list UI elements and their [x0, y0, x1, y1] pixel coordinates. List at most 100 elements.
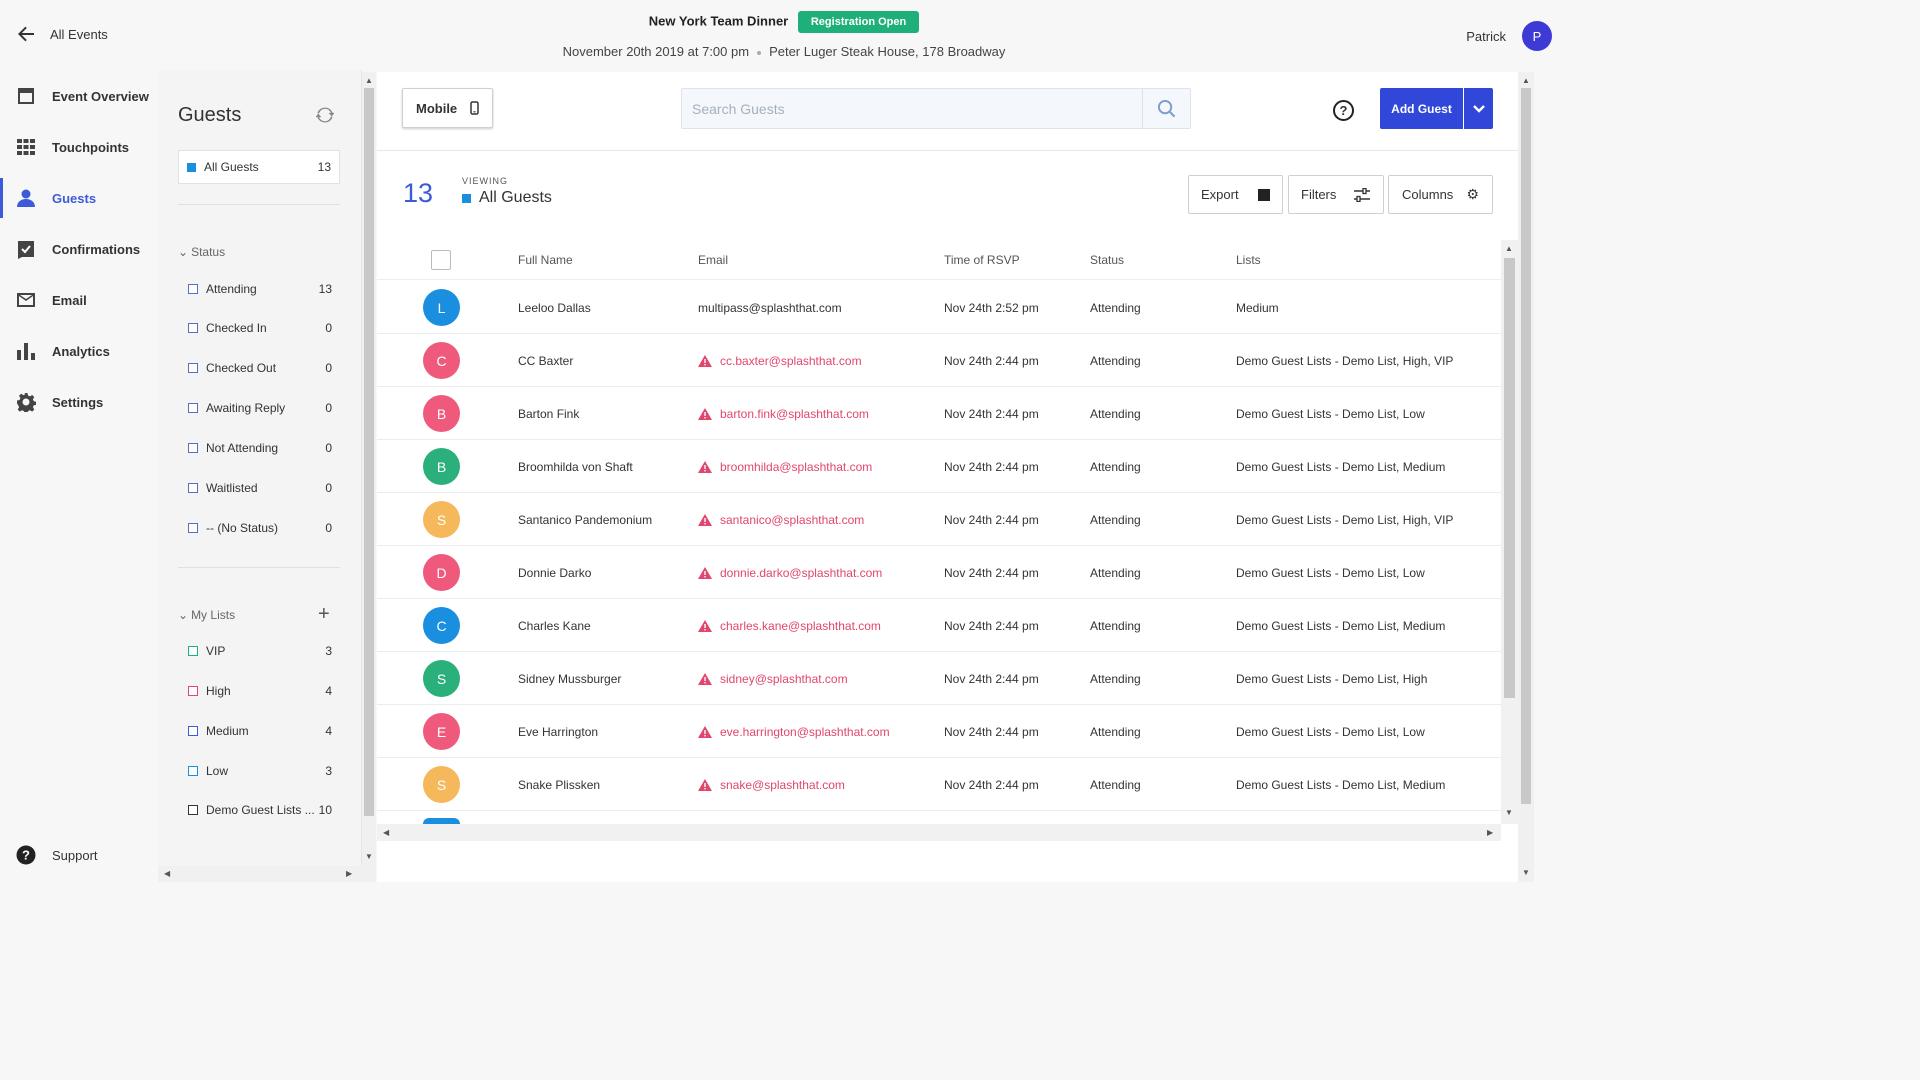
- scroll-left-arrow[interactable]: ◀: [164, 869, 170, 878]
- scroll-up-arrow[interactable]: ▲: [365, 76, 373, 85]
- nav-settings[interactable]: Settings: [0, 382, 158, 422]
- add-guest-label[interactable]: Add Guest: [1380, 88, 1464, 129]
- help-icon[interactable]: ?: [1333, 100, 1354, 121]
- filter-label: -- (No Status): [206, 521, 279, 535]
- checkbox[interactable]: [188, 403, 198, 413]
- search-input[interactable]: [682, 89, 1142, 128]
- table-row[interactable]: S Santanico Pandemonium santanico@splashth…: [377, 493, 1501, 546]
- guest-filters-panel: Guests All Guests 13 ⌄ Status Attending 1…: [158, 70, 362, 882]
- email-text: broomhilda@splashthat.com: [720, 459, 873, 474]
- add-guest-button[interactable]: Add Guest: [1380, 88, 1493, 129]
- add-list-icon[interactable]: +: [318, 604, 330, 624]
- scroll-left-arrow[interactable]: ◀: [383, 828, 389, 837]
- table-row[interactable]: D Donnie Darko donnie.darko@splashthat.com…: [377, 546, 1501, 599]
- nav-guests[interactable]: Guests: [0, 178, 158, 218]
- checkbox[interactable]: [188, 523, 198, 533]
- nav-event-overview[interactable]: Event Overview: [0, 76, 158, 116]
- divider: [377, 150, 1518, 151]
- guest-lists: Demo Guest Lists - Demo List, High: [1236, 671, 1428, 686]
- table-row[interactable]: L Leeloo Dallas multipass@splashthat.com No…: [377, 281, 1501, 334]
- search-button[interactable]: [1142, 89, 1190, 128]
- checkbox[interactable]: [188, 686, 198, 696]
- nav-email[interactable]: Email: [0, 280, 158, 320]
- column-header-email[interactable]: Email: [698, 253, 728, 267]
- table-header: Full Name Email Time of RSVP Status List…: [377, 240, 1501, 280]
- select-all-checkbox[interactable]: [431, 250, 451, 270]
- status-filter-no-status[interactable]: -- (No Status) 0: [188, 521, 332, 535]
- table-vertical-scrollbar[interactable]: ▲ ▼: [1501, 240, 1518, 824]
- checkbox[interactable]: [188, 766, 198, 776]
- nav-touchpoints[interactable]: Touchpoints: [0, 127, 158, 167]
- email-text: barton.fink@splashthat.com: [720, 406, 869, 421]
- user-avatar[interactable]: P: [1522, 21, 1552, 51]
- add-guest-dropdown[interactable]: [1464, 88, 1493, 129]
- filters-vertical-scrollbar[interactable]: ▲ ▼: [362, 72, 376, 882]
- checkbox[interactable]: [188, 726, 198, 736]
- column-header-full-name[interactable]: Full Name: [518, 253, 573, 267]
- scroll-up-arrow[interactable]: ▲: [1505, 244, 1513, 253]
- list-filter-low[interactable]: Low 3: [188, 764, 332, 778]
- list-filter-high[interactable]: High 4: [188, 684, 332, 698]
- scroll-down-arrow[interactable]: ▼: [365, 852, 373, 861]
- nav-analytics[interactable]: Analytics: [0, 331, 158, 371]
- nav-confirmations[interactable]: Confirmations: [0, 229, 158, 269]
- status-filter-attending[interactable]: Attending 13: [188, 282, 332, 296]
- scrollbar-thumb[interactable]: [364, 88, 374, 816]
- table-row[interactable]: S Sidney Mussburger sidney@splashthat.com N…: [377, 652, 1501, 705]
- status-filter-checked-out[interactable]: Checked Out 0: [188, 361, 332, 375]
- filter-count: 4: [325, 724, 332, 738]
- table-horizontal-scrollbar[interactable]: ◀ ▶: [377, 824, 1501, 841]
- user-menu[interactable]: Patrick P: [1466, 21, 1552, 51]
- checkbox[interactable]: [188, 483, 198, 493]
- scroll-up-arrow[interactable]: ▲: [1522, 76, 1530, 85]
- guest-avatar: C: [423, 342, 460, 379]
- checkbox[interactable]: [188, 443, 198, 453]
- status-filter-waitlisted[interactable]: Waitlisted 0: [188, 481, 332, 495]
- page-vertical-scrollbar[interactable]: ▲ ▼: [1518, 72, 1534, 882]
- my-lists-section-toggle[interactable]: ⌄ My Lists: [178, 608, 235, 622]
- filters-horizontal-scrollbar[interactable]: ◀ ▶: [158, 866, 362, 882]
- color-swatch: [462, 193, 471, 203]
- table-row[interactable]: C Charles Kane charles.kane@splashthat.com…: [377, 599, 1501, 652]
- table-row[interactable]: B Barton Fink barton.fink@splashthat.com No…: [377, 387, 1501, 440]
- status-filter-checked-in[interactable]: Checked In 0: [188, 321, 332, 335]
- table-row[interactable]: S Snake Plissken snake@splashthat.com Nov 2…: [377, 758, 1501, 811]
- filter-count: 0: [325, 401, 332, 415]
- mobile-view-button[interactable]: Mobile: [402, 88, 493, 128]
- column-header-status[interactable]: Status: [1090, 253, 1124, 267]
- status-section-toggle[interactable]: ⌄ Status: [178, 245, 225, 259]
- refresh-icon[interactable]: [316, 106, 334, 124]
- list-filter-demo-guest-lists[interactable]: Demo Guest Lists ... 10: [188, 803, 332, 817]
- column-header-lists[interactable]: Lists: [1236, 253, 1261, 267]
- checkbox[interactable]: [188, 323, 198, 333]
- table-row[interactable]: E Eve Harrington eve.harrington@splashthat…: [377, 705, 1501, 758]
- checkbox[interactable]: [188, 646, 198, 656]
- scrollbar-thumb[interactable]: [1504, 258, 1515, 698]
- table-row[interactable]: B Broomhilda von Shaft broomhilda@splashth…: [377, 440, 1501, 493]
- scrollbar-thumb[interactable]: [1521, 88, 1531, 804]
- scroll-right-arrow[interactable]: ▶: [1487, 828, 1493, 837]
- checkbox[interactable]: [188, 284, 198, 294]
- person-icon: [17, 189, 35, 207]
- checkbox[interactable]: [188, 805, 198, 815]
- section-label: My Lists: [191, 608, 236, 622]
- list-filter-vip[interactable]: VIP 3: [188, 644, 332, 658]
- status-filter-not-attending[interactable]: Not Attending 0: [188, 441, 332, 455]
- column-header-time-of-rsvp[interactable]: Time of RSVP: [944, 253, 1020, 267]
- list-filter-medium[interactable]: Medium 4: [188, 724, 332, 738]
- filters-button[interactable]: Filters: [1288, 175, 1384, 214]
- export-button[interactable]: Export: [1188, 175, 1283, 214]
- scroll-right-arrow[interactable]: ▶: [346, 869, 352, 878]
- scroll-down-arrow[interactable]: ▼: [1522, 868, 1530, 877]
- support-link[interactable]: ? Support: [16, 845, 98, 865]
- all-guests-filter[interactable]: All Guests 13: [178, 150, 340, 184]
- status-filter-awaiting-reply[interactable]: Awaiting Reply 0: [188, 401, 332, 415]
- checkbox[interactable]: [188, 363, 198, 373]
- table-row[interactable]: C CC Baxter cc.baxter@splashthat.com Nov 24…: [377, 334, 1501, 387]
- guest-rsvp-time: Nov 24th 2:44 pm: [944, 459, 1039, 474]
- warning-icon: [698, 513, 712, 526]
- guest-rsvp-time: Nov 24th 2:44 pm: [944, 512, 1039, 527]
- email-text: cc.baxter@splashthat.com: [720, 353, 862, 368]
- columns-button[interactable]: Columns ⚙: [1388, 175, 1493, 214]
- scroll-down-arrow[interactable]: ▼: [1505, 808, 1513, 817]
